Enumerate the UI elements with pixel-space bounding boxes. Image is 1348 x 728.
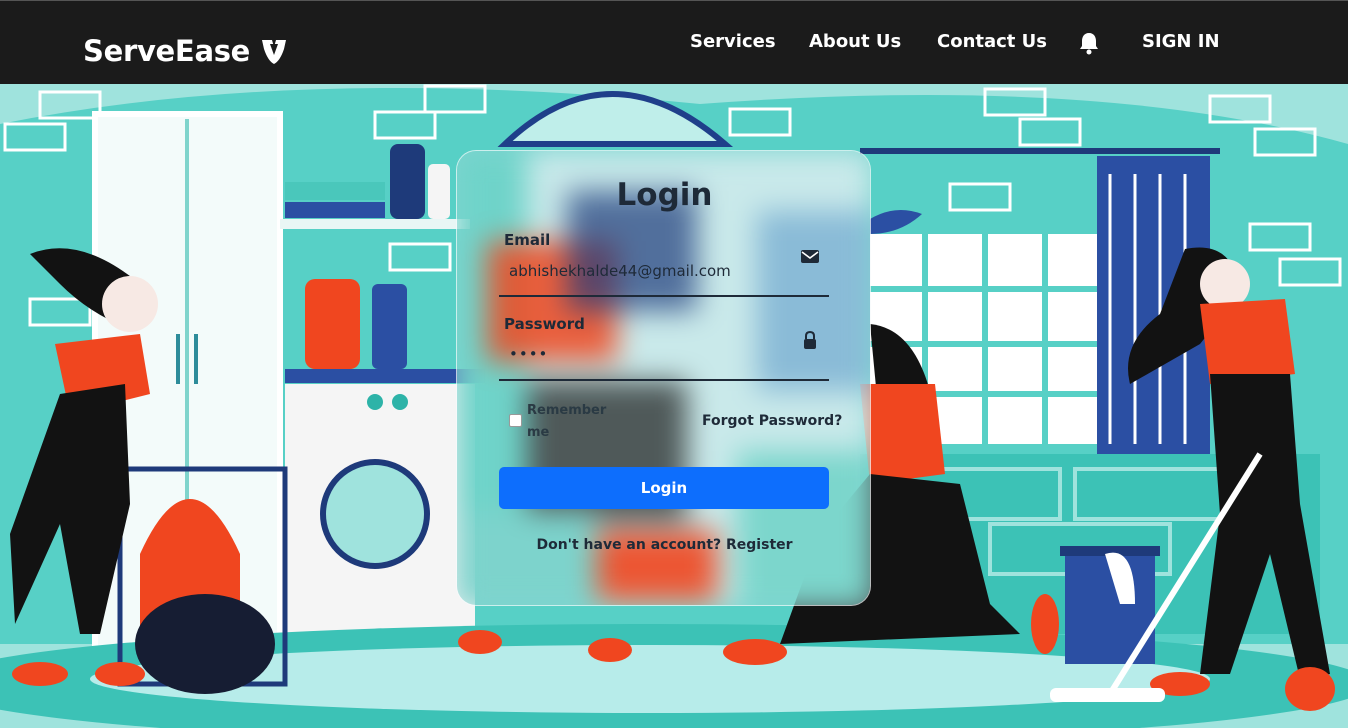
navbar: ServeEase Services About Us Contact Us S… bbox=[0, 0, 1348, 84]
bell-icon[interactable] bbox=[1078, 31, 1100, 55]
lock-icon bbox=[804, 330, 816, 349]
nav-about-us[interactable]: About Us bbox=[809, 31, 901, 52]
forgot-password-link[interactable]: Forgot Password? bbox=[702, 413, 842, 429]
nav-contact-us[interactable]: Contact Us bbox=[937, 31, 1047, 52]
login-title: Login bbox=[616, 177, 713, 213]
nav-sign-in[interactable]: SIGN IN bbox=[1142, 31, 1220, 52]
remember-me-label[interactable]: Remember me bbox=[527, 400, 617, 444]
email-field[interactable]: abhishekhalde44@gmail.com bbox=[509, 262, 731, 280]
nav-menu: Services About Us Contact Us SIGN IN bbox=[0, 31, 1348, 57]
login-button[interactable]: Login bbox=[499, 467, 829, 509]
login-form: Login Email abhishekhalde44@gmail.com Pa… bbox=[457, 151, 870, 605]
remember-me-checkbox[interactable] bbox=[509, 414, 522, 427]
envelope-icon bbox=[801, 250, 819, 263]
nav-services[interactable]: Services bbox=[690, 31, 776, 52]
register-link[interactable]: Don't have an account? Register bbox=[457, 537, 870, 553]
email-underline bbox=[499, 295, 829, 297]
password-field[interactable]: •••• bbox=[509, 345, 548, 363]
password-underline bbox=[499, 379, 829, 381]
login-card: Login Email abhishekhalde44@gmail.com Pa… bbox=[456, 150, 871, 606]
email-label: Email bbox=[504, 231, 551, 249]
password-label: Password bbox=[504, 315, 585, 333]
